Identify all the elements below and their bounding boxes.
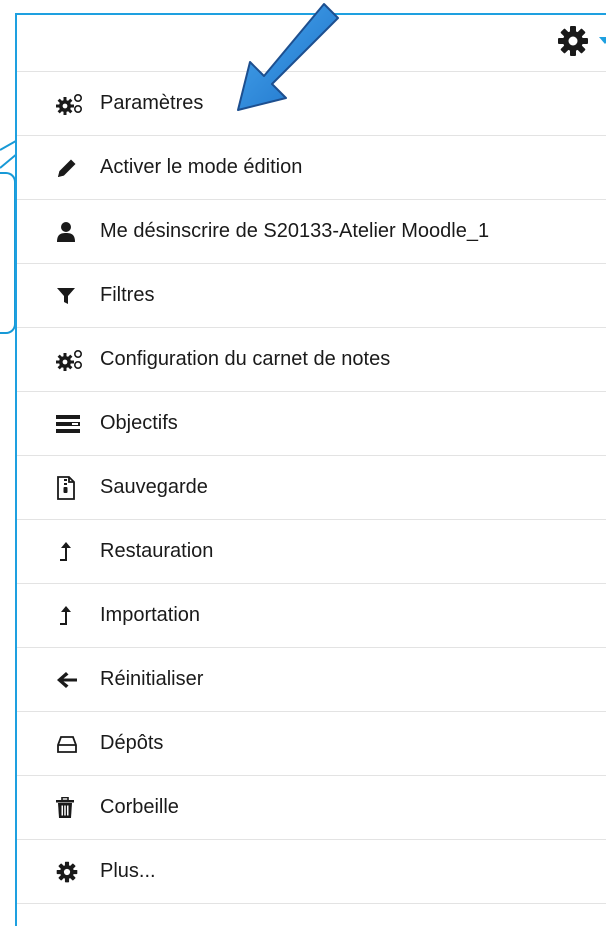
cog-icon	[557, 25, 589, 57]
level-up-icon	[56, 605, 86, 627]
menu-item-label: Importation	[100, 604, 201, 626]
file-zip-icon	[56, 475, 86, 500]
menu-item-label: Configuration du carnet de notes	[100, 348, 391, 370]
user-icon	[56, 221, 86, 243]
menu-item-activer-edition[interactable]: Activer le mode édition	[17, 136, 606, 200]
arrow-left-icon	[56, 669, 86, 691]
menu-item-label: Corbeille	[100, 796, 179, 818]
cogs-icon	[56, 93, 86, 115]
trash-icon	[56, 796, 86, 819]
list-bars-icon	[56, 413, 86, 435]
menu-item-label: Objectifs	[100, 412, 178, 434]
menu-item-label: Plus...	[100, 860, 156, 882]
menu-item-label: Réinitialiser	[100, 668, 204, 690]
menu-item-corbeille[interactable]: Corbeille	[17, 776, 606, 840]
menu-item-filtres[interactable]: Filtres	[17, 264, 606, 328]
menu-item-restauration[interactable]: Restauration	[17, 520, 606, 584]
menu-item-importation[interactable]: Importation	[17, 584, 606, 648]
caret-down-icon	[599, 37, 606, 45]
pointer-arrow-annotation	[237, 3, 339, 111]
hdd-icon	[56, 733, 86, 755]
cog-icon	[56, 861, 86, 883]
menu-item-label: Restauration	[100, 540, 214, 562]
actions-menu-toggle[interactable]	[539, 23, 606, 59]
menu-item-label: Sauvegarde	[100, 476, 208, 498]
settings-menu-panel: Paramètres Activer le mode édition Me dé…	[15, 13, 606, 926]
menu-item-desinscrire[interactable]: Me désinscrire de S20133-Atelier Moodle_…	[17, 200, 606, 264]
menu-item-sauvegarde[interactable]: Sauvegarde	[17, 456, 606, 520]
pencil-icon	[56, 157, 86, 179]
cogs-icon	[56, 349, 86, 371]
settings-menu: Paramètres Activer le mode édition Me dé…	[17, 72, 606, 904]
menu-item-objectifs[interactable]: Objectifs	[17, 392, 606, 456]
menu-item-reinitialiser[interactable]: Réinitialiser	[17, 648, 606, 712]
menu-item-plus[interactable]: Plus...	[17, 840, 606, 904]
menu-item-depots[interactable]: Dépôts	[17, 712, 606, 776]
menu-item-configuration-carnet[interactable]: Configuration du carnet de notes	[17, 328, 606, 392]
menu-item-label: Dépôts	[100, 732, 164, 754]
level-up-icon	[56, 541, 86, 563]
filter-icon	[56, 285, 86, 307]
annotation-bracket	[0, 172, 16, 334]
menu-item-label: Me désinscrire de S20133-Atelier Moodle_…	[100, 220, 490, 242]
menu-item-label: Paramètres	[100, 92, 204, 114]
menu-item-label: Activer le mode édition	[100, 156, 303, 178]
menu-item-label: Filtres	[100, 284, 155, 306]
